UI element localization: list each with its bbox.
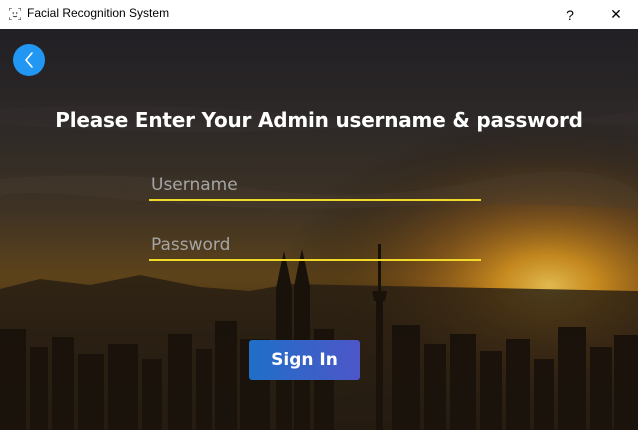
help-button[interactable]: ?: [548, 0, 592, 29]
password-input[interactable]: [149, 231, 481, 261]
title-bar: Facial Recognition System ? ✕: [0, 0, 638, 30]
login-window: Facial Recognition System ? ✕ Please Ent…: [0, 0, 638, 430]
app-icon: [9, 8, 21, 20]
sign-in-button[interactable]: Sign In: [249, 340, 360, 380]
username-input[interactable]: [149, 171, 481, 201]
login-heading: Please Enter Your Admin username & passw…: [55, 108, 583, 132]
close-button[interactable]: ✕: [594, 0, 638, 29]
back-button[interactable]: [13, 44, 45, 76]
window-title: Facial Recognition System: [27, 6, 170, 20]
chevron-left-icon: [25, 52, 33, 68]
